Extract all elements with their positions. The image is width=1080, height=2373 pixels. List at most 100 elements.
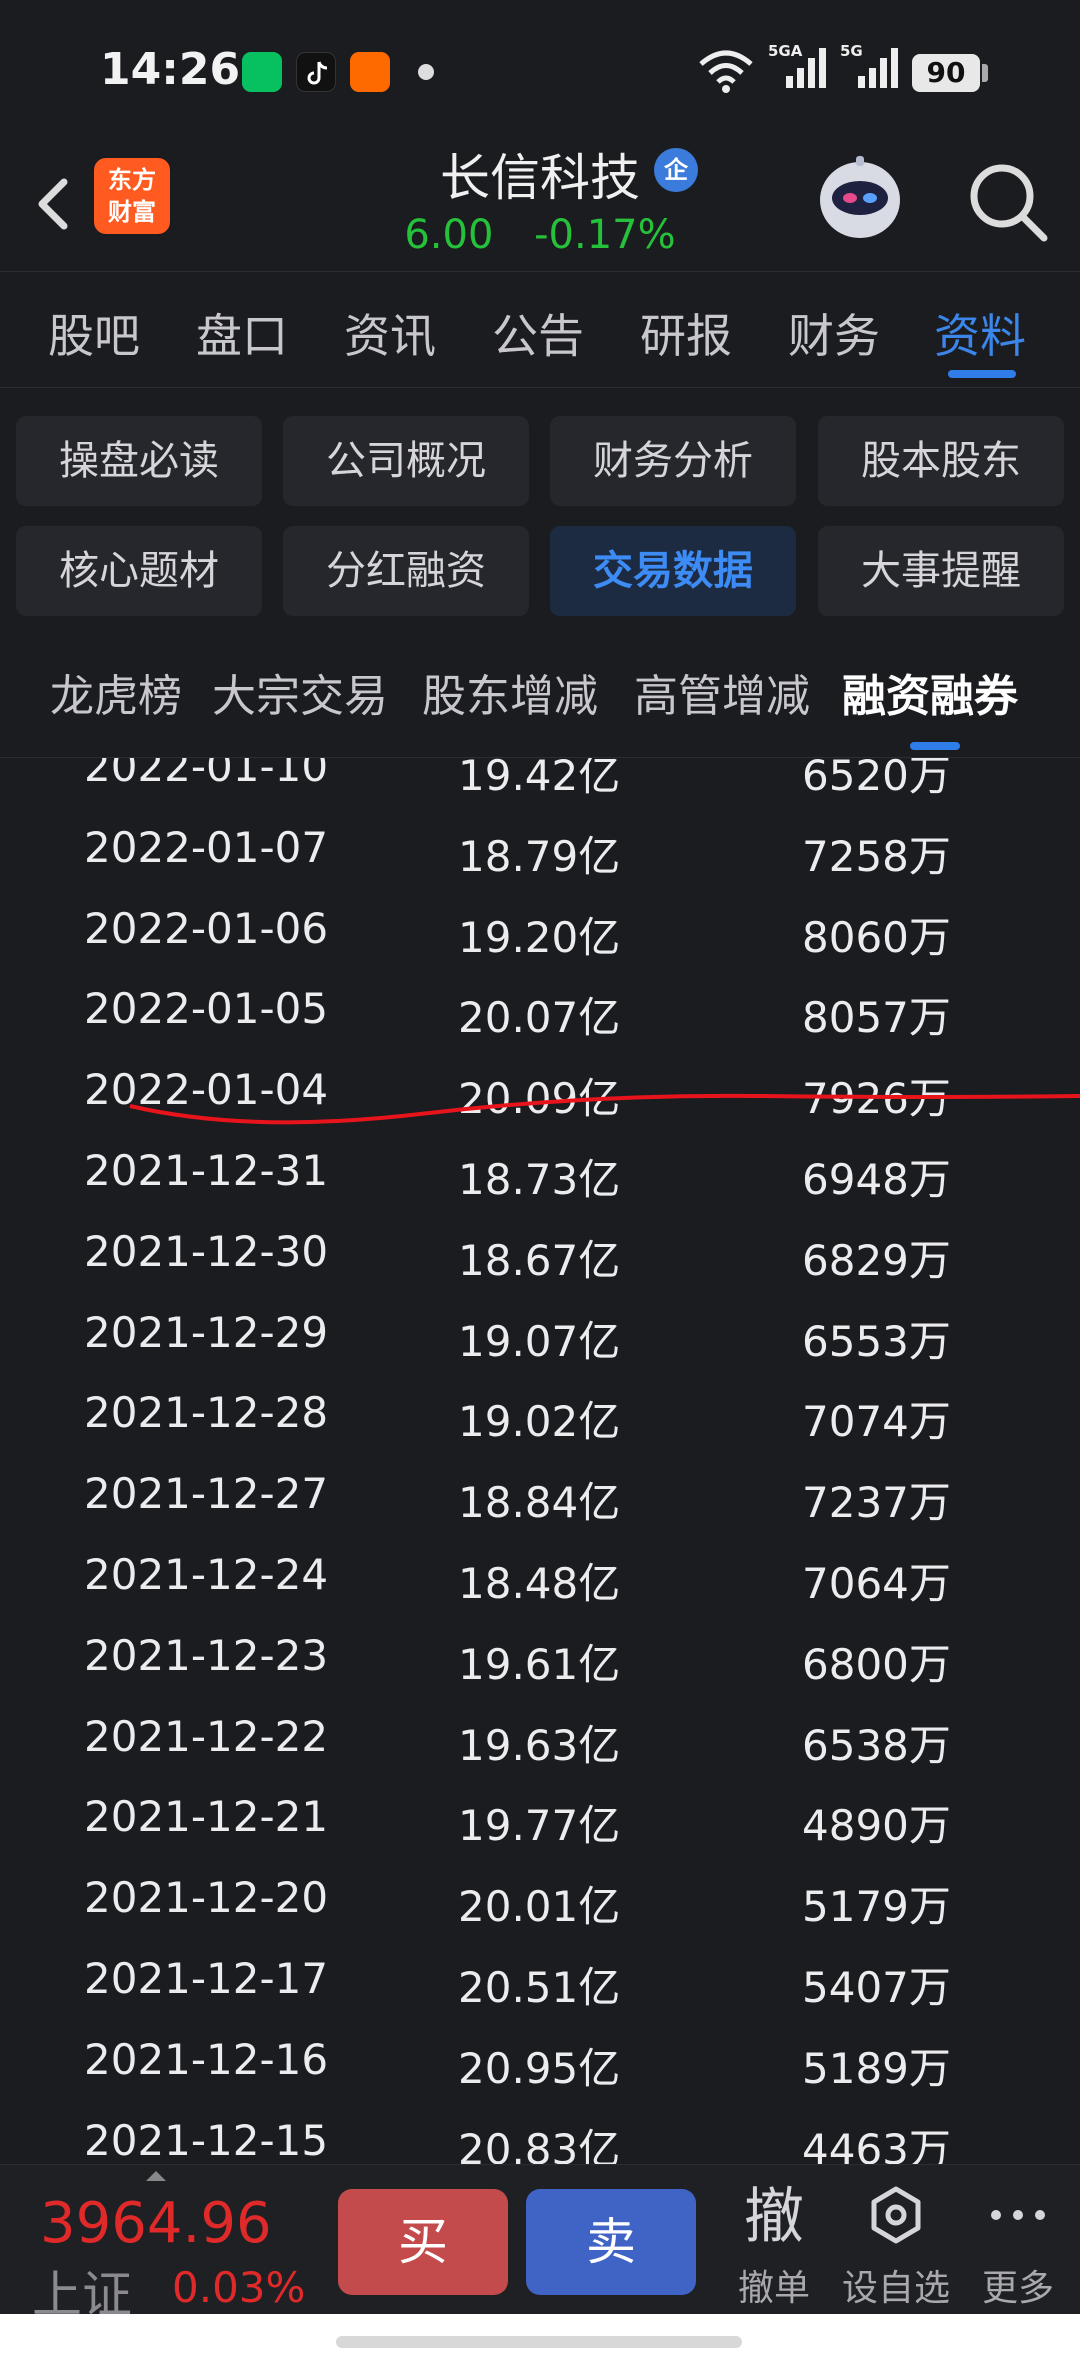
table-row[interactable]: 2021-12-27 18.84亿 7237万 — [0, 1457, 1080, 1538]
table-row[interactable]: 2022-01-05 20.07亿 8057万 — [0, 972, 1080, 1053]
btn-dividends-financing[interactable]: 分红融资 — [283, 526, 529, 616]
tab-shareholder-change[interactable]: 股东增减 — [422, 660, 598, 724]
robot-assistant-icon[interactable] — [810, 150, 910, 250]
more-dots-icon — [958, 2183, 1078, 2251]
btn-trading-data[interactable]: 交易数据 — [550, 526, 796, 616]
row-date: 2021-12-31 — [84, 1145, 329, 1195]
margin-data-table[interactable]: 2022-01-10 19.42亿 6520万 2022-01-07 18.79亿 725… — [0, 758, 1080, 2164]
row-securities-lending: 7237万 — [802, 1478, 951, 1528]
battery-icon: 90 — [912, 54, 980, 92]
cancel-order-label: 撤单 — [737, 2268, 810, 2309]
table-row[interactable]: 2021-12-23 19.61亿 6800万 — [0, 1619, 1080, 1700]
row-securities-lending: 8060万 — [802, 912, 951, 962]
index-value[interactable]: 3964.96 — [40, 2191, 272, 2256]
row-financing-balance: 20.83亿 — [458, 2124, 621, 2164]
wifi-icon — [699, 50, 753, 93]
table-row[interactable]: 2021-12-31 18.73亿 6948万 — [0, 1134, 1080, 1215]
table-row[interactable]: 2022-01-04 20.09亿 7926万 — [0, 1053, 1080, 1134]
main-tabs: 股吧 盘口 资讯 公告 研报 财务 资料 — [0, 272, 1080, 388]
table-row[interactable]: 2021-12-30 18.67亿 6829万 — [0, 1215, 1080, 1296]
tab-executive-change[interactable]: 高管增减 — [634, 660, 810, 724]
row-date: 2021-12-24 — [84, 1549, 329, 1599]
tab-research[interactable]: 研报 — [640, 300, 732, 366]
sell-button[interactable]: 卖 — [526, 2189, 696, 2295]
bottom-action-bar: 3964.96 上证 0.03% 买 卖 撤 撤单 设自选 更多 — [0, 2164, 1080, 2324]
tab-announcements[interactable]: 公告 — [492, 300, 584, 366]
stock-name: 长信科技 — [440, 149, 640, 207]
tab-pankou[interactable]: 盘口 — [196, 300, 288, 366]
stock-quote: 6.00 -0.17% — [0, 212, 1080, 258]
row-date: 2021-12-16 — [84, 2034, 329, 2084]
row-date: 2021-12-28 — [84, 1388, 329, 1438]
tab-finance[interactable]: 财务 — [788, 300, 880, 366]
row-date: 2021-12-29 — [84, 1307, 329, 1357]
row-financing-balance: 20.07亿 — [458, 993, 621, 1043]
expand-caret-icon[interactable] — [146, 2171, 166, 2181]
row-securities-lending: 7258万 — [802, 831, 951, 881]
cancel-order-icon: 撤 — [744, 2182, 804, 2252]
cell-signal-icon: 5GA — [768, 42, 830, 96]
btn-core-themes[interactable]: 核心题材 — [16, 526, 262, 616]
row-date: 2022-01-04 — [84, 1065, 329, 1115]
index-change[interactable]: 0.03% — [172, 2263, 305, 2312]
row-financing-balance: 18.67亿 — [458, 1235, 621, 1285]
btn-shareholders[interactable]: 股本股东 — [818, 416, 1064, 506]
row-financing-balance: 19.02亿 — [458, 1397, 621, 1447]
row-date: 2021-12-20 — [84, 1873, 329, 1923]
search-icon[interactable] — [960, 154, 1056, 250]
row-date: 2021-12-22 — [84, 1711, 329, 1761]
row-securities-lending: 5189万 — [802, 2043, 951, 2093]
tab-dragon-tiger[interactable]: 龙虎榜 — [50, 660, 182, 724]
tab-margin-trading[interactable]: 融资融券 — [842, 660, 1018, 724]
cancel-order-button[interactable]: 撤 撤单 — [714, 2183, 834, 2311]
row-date: 2021-12-17 — [84, 1953, 329, 2003]
row-securities-lending: 4463万 — [802, 2124, 951, 2164]
buy-button[interactable]: 买 — [338, 2189, 508, 2295]
table-row[interactable]: 2021-12-28 19.02亿 7074万 — [0, 1376, 1080, 1457]
network-type-label: 5GA — [768, 42, 803, 60]
row-financing-balance: 18.84亿 — [458, 1478, 621, 1528]
row-financing-balance: 19.63亿 — [458, 1720, 621, 1770]
tab-block-trade[interactable]: 大宗交易 — [212, 660, 388, 724]
table-row[interactable]: 2021-12-24 18.48亿 7064万 — [0, 1538, 1080, 1619]
hexagon-settings-icon — [836, 2183, 956, 2251]
table-row[interactable]: 2021-12-21 19.77亿 4890万 — [0, 1780, 1080, 1861]
row-securities-lending: 5407万 — [802, 1962, 951, 2012]
table-row[interactable]: 2021-12-22 19.63亿 6538万 — [0, 1700, 1080, 1781]
tab-news[interactable]: 资讯 — [344, 300, 436, 366]
trading-data-tabs: 龙虎榜 大宗交易 股东增减 高管增减 融资融券 — [0, 640, 1080, 758]
btn-major-events[interactable]: 大事提醒 — [818, 526, 1064, 616]
table-row[interactable]: 2021-12-16 20.95亿 5189万 — [0, 2023, 1080, 2104]
wechat-icon — [242, 52, 282, 92]
row-date: 2022-01-05 — [84, 984, 329, 1034]
row-financing-balance: 20.51亿 — [458, 1962, 621, 2012]
btn-trading-must-read[interactable]: 操盘必读 — [16, 416, 262, 506]
battery-tip — [982, 64, 988, 82]
home-indicator[interactable] — [336, 2336, 742, 2348]
row-financing-balance: 18.79亿 — [458, 831, 621, 881]
stock-header: 东方 财富 长信科技 企 6.00 -0.17% — [0, 132, 1080, 272]
row-securities-lending: 6538万 — [802, 1720, 951, 1770]
table-row[interactable]: 2022-01-06 19.20亿 8060万 — [0, 892, 1080, 973]
table-row[interactable]: 2022-01-10 19.42亿 6520万 — [0, 758, 1080, 811]
table-row[interactable]: 2021-12-20 20.01亿 5179万 — [0, 1861, 1080, 1942]
cell-signal-icon-2: 5G — [840, 42, 902, 96]
table-row[interactable]: 2021-12-17 20.51亿 5407万 — [0, 1942, 1080, 2023]
tab-guba[interactable]: 股吧 — [48, 300, 140, 366]
row-securities-lending: 7074万 — [802, 1397, 951, 1447]
add-watchlist-button[interactable]: 设自选 — [836, 2183, 956, 2311]
btn-company-overview[interactable]: 公司概况 — [283, 416, 529, 506]
row-financing-balance: 19.77亿 — [458, 1801, 621, 1851]
table-row[interactable]: 2022-01-07 18.79亿 7258万 — [0, 811, 1080, 892]
row-date: 2022-01-06 — [84, 903, 329, 953]
table-row[interactable]: 2021-12-15 20.83亿 4463万 — [0, 2104, 1080, 2164]
stock-title: 长信科技 企 — [0, 138, 1080, 210]
row-financing-balance: 20.95亿 — [458, 2043, 621, 2093]
more-button[interactable]: 更多 — [958, 2183, 1078, 2311]
network-type-label-2: 5G — [840, 42, 863, 60]
table-row[interactable]: 2021-12-29 19.07亿 6553万 — [0, 1296, 1080, 1377]
active-subtab-indicator — [910, 742, 960, 750]
tab-profile[interactable]: 资料 — [934, 300, 1026, 366]
notification-dot-icon — [418, 64, 434, 80]
btn-financial-analysis[interactable]: 财务分析 — [550, 416, 796, 506]
